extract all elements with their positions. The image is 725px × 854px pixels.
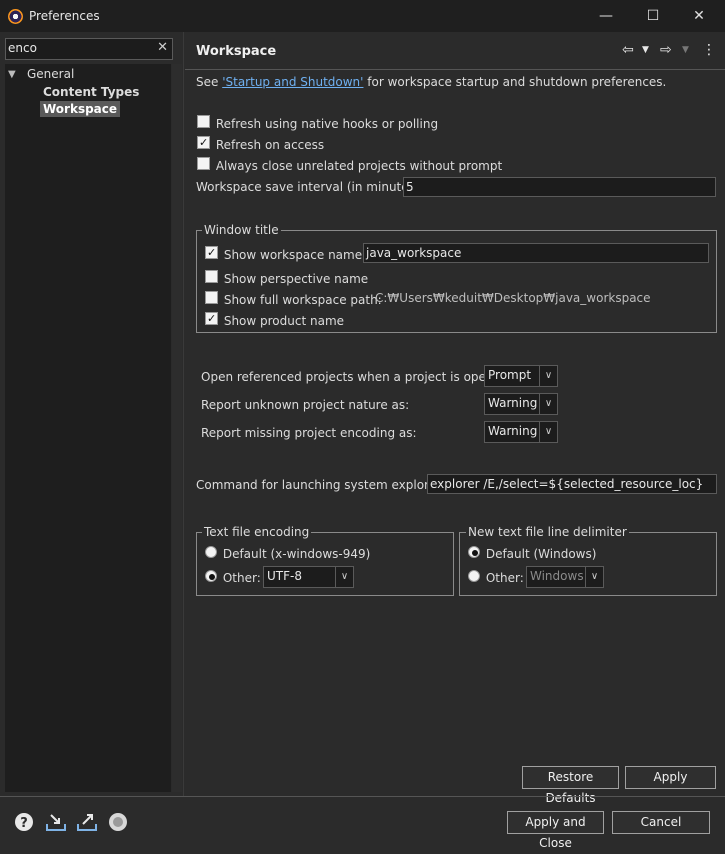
back-arrow-icon[interactable]: ⇦ [622, 42, 634, 58]
svg-text:?: ? [20, 816, 28, 831]
title-bar: Preferences — ☐ ✕ [0, 0, 725, 32]
footer-separator [0, 796, 725, 797]
open-referenced-select[interactable]: Prompt ∨ [484, 365, 558, 387]
apply-and-close-button[interactable]: Apply and Close [507, 811, 604, 850]
delimiter-other-radio[interactable]: Other: [468, 570, 524, 585]
show-product-name-label: Show product name [223, 314, 345, 328]
delimiter-other-label: Other: [485, 571, 524, 585]
cancel-button[interactable]: Cancel [612, 811, 710, 834]
back-dropdown-icon[interactable]: ▼ [642, 45, 649, 55]
tree-scrollbar[interactable] [172, 64, 182, 792]
missing-encoding-value: Warning [488, 424, 538, 438]
apply-button[interactable]: Apply [625, 766, 716, 789]
startup-shutdown-link[interactable]: 'Startup and Shutdown' [222, 75, 363, 89]
chevron-down-icon: ∨ [539, 422, 557, 442]
refresh-access-label: Refresh on access [215, 138, 325, 152]
delimiter-default-label: Default (Windows) [485, 547, 597, 561]
line-delimiter-group-label: New text file line delimiter [466, 525, 629, 539]
always-close-label: Always close unrelated projects without … [215, 159, 503, 173]
show-product-name-checkbox[interactable]: Show product name [205, 312, 344, 328]
tree-item-workspace[interactable]: Workspace [40, 101, 121, 117]
show-workspace-name-checkbox[interactable]: Show workspace name: [205, 246, 366, 262]
show-workspace-name-label: Show workspace name: [223, 248, 367, 262]
open-referenced-value: Prompt [488, 368, 532, 382]
header-separator [185, 69, 725, 70]
always-close-checkbox[interactable]: Always close unrelated projects without … [197, 157, 502, 173]
show-full-path-checkbox[interactable]: Show full workspace path: [205, 291, 382, 307]
help-icon[interactable]: ? [14, 812, 34, 832]
encoding-other-radio[interactable]: Other: [205, 570, 261, 585]
oomph-icon[interactable] [108, 812, 128, 832]
refresh-native-checkbox[interactable]: Refresh using native hooks or polling [197, 115, 438, 131]
preferences-tree [5, 64, 171, 792]
encoding-other-value: UTF-8 [267, 569, 302, 583]
intro-prefix: See [196, 75, 223, 89]
show-perspective-name-checkbox[interactable]: Show perspective name [205, 270, 368, 286]
full-path-value: C:₩Users₩keduit₩Desktop₩java_workspace [375, 291, 651, 305]
encoding-other-select[interactable]: UTF-8 ∨ [263, 566, 354, 588]
open-referenced-label: Open referenced projects when a project … [201, 370, 513, 384]
view-menu-icon[interactable]: ⋮ [702, 42, 716, 58]
refresh-access-checkbox[interactable]: Refresh on access [197, 136, 324, 152]
window-title-group-label: Window title [202, 223, 281, 237]
save-interval-label: Workspace save interval (in minutes): [196, 180, 424, 194]
tree-item-content-types[interactable]: Content Types [43, 85, 139, 99]
close-button[interactable]: ✕ [676, 0, 722, 32]
explorer-command-input[interactable]: explorer /E,/select=${selected_resource_… [427, 474, 717, 494]
workspace-name-input[interactable]: java_workspace [363, 243, 709, 263]
clear-filter-icon[interactable]: ✕ [157, 40, 168, 55]
restore-defaults-button[interactable]: Restore Defaults [522, 766, 619, 805]
refresh-native-label: Refresh using native hooks or polling [215, 117, 439, 131]
missing-encoding-label: Report missing project encoding as: [201, 426, 417, 440]
eclipse-app-icon [8, 9, 23, 24]
import-icon[interactable] [45, 812, 66, 832]
chevron-down-icon: ∨ [539, 366, 557, 386]
filter-text: enco [8, 41, 37, 55]
forward-arrow-icon[interactable]: ⇨ [660, 42, 672, 58]
chevron-down-icon: ∨ [585, 567, 603, 587]
intro-text: See 'Startup and Shutdown' for workspace… [196, 75, 666, 89]
filter-input[interactable]: enco ✕ [5, 38, 173, 60]
minimize-button[interactable]: — [583, 0, 629, 32]
delimiter-other-value: Windows [530, 569, 584, 583]
page-title: Workspace [196, 44, 277, 59]
save-interval-input[interactable]: 5 [403, 177, 716, 197]
unknown-nature-select[interactable]: Warning ∨ [484, 393, 558, 415]
missing-encoding-select[interactable]: Warning ∨ [484, 421, 558, 443]
explorer-label: Command for launching system explorer: [196, 478, 445, 492]
unknown-nature-label: Report unknown project nature as: [201, 398, 410, 412]
show-perspective-name-label: Show perspective name [223, 272, 369, 286]
maximize-button[interactable]: ☐ [630, 0, 676, 32]
text-encoding-group-label: Text file encoding [202, 525, 312, 539]
delimiter-other-select: Windows ∨ [526, 566, 604, 588]
forward-dropdown-icon[interactable]: ▼ [682, 45, 689, 55]
chevron-down-icon[interactable]: ▼ [8, 69, 16, 80]
delimiter-default-radio[interactable]: Default (Windows) [468, 546, 596, 561]
chevron-down-icon: ∨ [539, 394, 557, 414]
intro-suffix: for workspace startup and shutdown prefe… [363, 75, 667, 89]
export-icon[interactable] [76, 812, 97, 832]
chevron-down-icon: ∨ [335, 567, 353, 587]
encoding-default-label: Default (x-windows-949) [222, 547, 371, 561]
encoding-other-label: Other: [222, 571, 261, 585]
window-title: Preferences [29, 9, 100, 23]
show-full-path-label: Show full workspace path: [223, 293, 382, 307]
unknown-nature-value: Warning [488, 396, 538, 410]
encoding-default-radio[interactable]: Default (x-windows-949) [205, 546, 370, 561]
tree-item-general[interactable]: General [27, 67, 74, 81]
